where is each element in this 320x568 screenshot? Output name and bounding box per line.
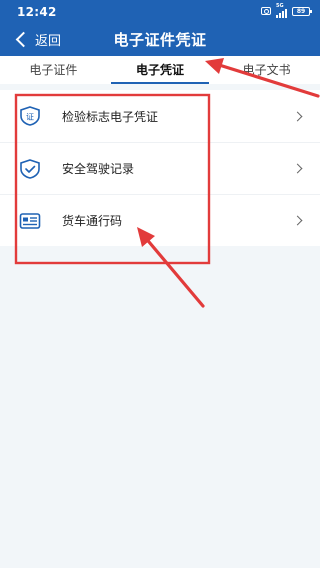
signal-bars-icon (276, 9, 287, 18)
chevron-right-icon (292, 163, 303, 174)
status-time: 12:42 (17, 5, 57, 19)
list-item-label: 货车通行码 (62, 214, 123, 228)
certificate-shield-icon: 证 (20, 106, 40, 126)
annotation-overlay (14, 58, 320, 308)
tab-electronic-certificates[interactable]: 电子证件 (0, 56, 107, 84)
list-item-label: 安全驾驶记录 (62, 162, 135, 176)
back-button[interactable]: 返回 (14, 28, 61, 50)
nav-bar: 电子证件凭证 返回 (0, 22, 320, 56)
camera-icon (261, 7, 271, 15)
chevron-right-icon (292, 111, 303, 121)
list-item-inspection-voucher[interactable]: 证 检验标志电子凭证 (0, 90, 320, 142)
back-label: 返回 (35, 33, 62, 49)
chevron-left-icon (15, 31, 32, 47)
battery-level: 89 (296, 7, 306, 15)
certificate-icon-text: 证 (26, 113, 34, 122)
list-item-safe-driving-record[interactable]: 安全驾驶记录 (0, 142, 320, 194)
app-screen: 12:42 5G 89 电子证件凭证 返回 电子证件 电子凭证 电子文书 证 检… (0, 0, 320, 568)
list-item-truck-pass-code[interactable]: 货车通行码 (0, 194, 320, 246)
battery-icon: 89 (292, 6, 312, 16)
voucher-list: 证 检验标志电子凭证 安全驾驶记录 货车通行码 (0, 90, 320, 246)
status-icons: 5G 89 (261, 4, 312, 18)
tab-electronic-vouchers[interactable]: 电子凭证 (107, 56, 214, 84)
shield-check-icon (20, 159, 40, 179)
list-item-label: 检验标志电子凭证 (62, 109, 159, 124)
chevron-right-icon (292, 215, 303, 226)
signal-icon: 5G (276, 4, 287, 18)
tab-electronic-documents[interactable]: 电子文书 (213, 56, 320, 84)
header: 12:42 5G 89 电子证件凭证 返回 (0, 0, 320, 56)
truck-pass-card-icon (19, 213, 41, 229)
status-bar: 12:42 5G 89 (0, 0, 320, 22)
tab-bar: 电子证件 电子凭证 电子文书 (0, 56, 320, 84)
